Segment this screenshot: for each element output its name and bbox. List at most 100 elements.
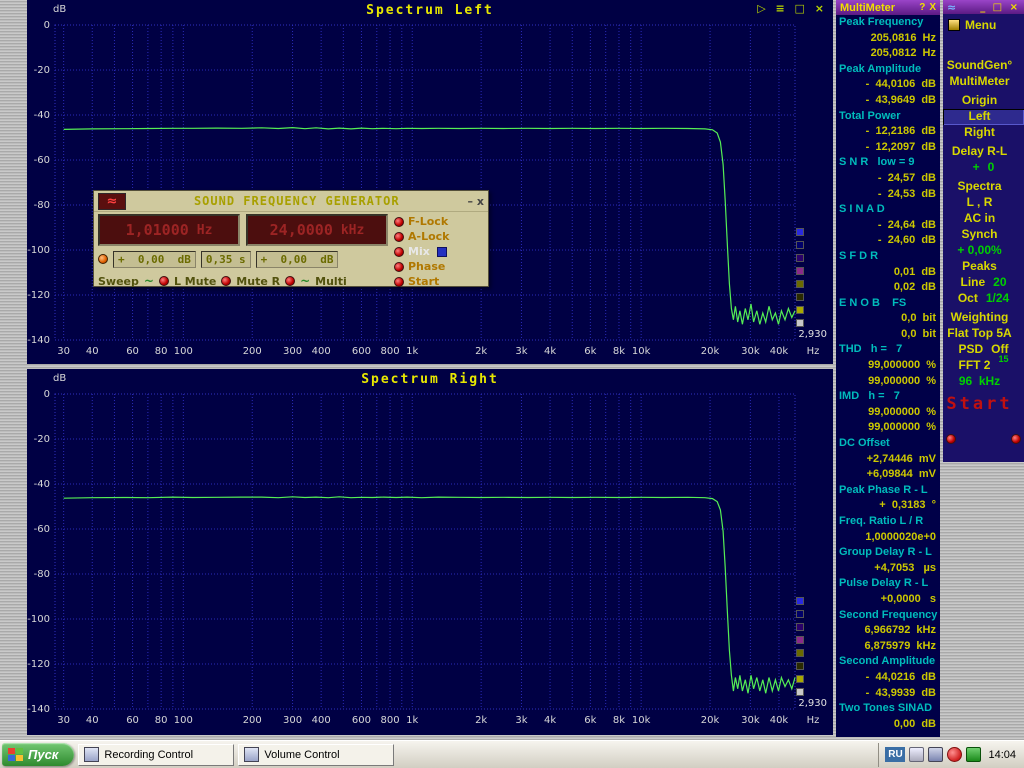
multimeter-row: - 24,60 dB bbox=[836, 234, 940, 250]
control-panel-item[interactable]: MultiMeter bbox=[943, 74, 1024, 90]
tray-icon[interactable] bbox=[909, 747, 924, 762]
legend-swatch bbox=[796, 688, 804, 696]
svg-text:800: 800 bbox=[381, 715, 400, 726]
control-panel-item[interactable]: Start bbox=[943, 394, 1024, 420]
control-panel-item[interactable]: SoundGen° bbox=[943, 58, 1024, 74]
soundgen-control-panel: ≈ _ □ × Menu SoundGen° MultiMeter Origin… bbox=[943, 0, 1024, 462]
control-panel-item[interactable]: Flat Top 5A bbox=[943, 326, 1024, 342]
frequency-display-2[interactable]: 24,0000 kHz bbox=[246, 214, 388, 246]
svg-text:dB: dB bbox=[53, 373, 66, 384]
app-icon: ≈ bbox=[947, 1, 956, 14]
legend-swatches bbox=[796, 597, 804, 696]
level-left-display[interactable]: + 0,00 dB bbox=[113, 251, 196, 268]
control-panel-titlebar[interactable]: ≈ _ □ × bbox=[943, 0, 1024, 14]
svg-text:60: 60 bbox=[126, 715, 139, 726]
legend-swatch bbox=[796, 675, 804, 683]
phase-led bbox=[394, 262, 404, 272]
legend-swatch bbox=[796, 280, 804, 288]
svg-text:8k: 8k bbox=[613, 346, 625, 357]
generator-titlebar[interactable]: ≈ SOUND FREQUENCY GENERATOR – x bbox=[94, 191, 488, 212]
app-root: Spectrum Left ▷ ≡ □ × 0-20-40-60-80-100-… bbox=[0, 0, 1024, 768]
menu-button[interactable]: Menu bbox=[943, 14, 1024, 32]
sweep-time-display[interactable]: 0,35 s bbox=[201, 251, 251, 268]
multimeter-row: +4,7053 µs bbox=[836, 562, 940, 578]
multi-button[interactable]: Multi bbox=[315, 275, 347, 288]
control-panel-item: Weighting bbox=[943, 310, 1024, 326]
legend-swatch bbox=[796, 649, 804, 657]
sine-icon: ~ bbox=[300, 274, 310, 288]
close-icon[interactable]: x bbox=[477, 195, 484, 208]
control-panel-item[interactable]: L , R bbox=[943, 195, 1024, 211]
tray-icon[interactable] bbox=[928, 747, 943, 762]
legend-swatches bbox=[796, 228, 804, 327]
plots-column: Spectrum Left ▷ ≡ □ × 0-20-40-60-80-100-… bbox=[27, 0, 833, 735]
multimeter-panel: MultiMeter ? X Peak Frequency205,0816 Hz… bbox=[836, 0, 940, 737]
generator-window-buttons[interactable]: – x bbox=[468, 195, 484, 208]
multimeter-row: DC Offset bbox=[836, 437, 940, 453]
svg-text:300: 300 bbox=[283, 715, 302, 726]
svg-text:-80: -80 bbox=[34, 569, 50, 580]
svg-text:2k: 2k bbox=[475, 346, 487, 357]
svg-text:-140: -140 bbox=[27, 335, 50, 346]
multimeter-row: - 43,9939 dB bbox=[836, 687, 940, 703]
multimeter-row: E N O B FS bbox=[836, 297, 940, 313]
control-panel-item[interactable]: Line 20 bbox=[943, 275, 1024, 291]
control-panel-item[interactable]: Left bbox=[943, 109, 1024, 125]
svg-text:1k: 1k bbox=[406, 715, 418, 726]
close-icon[interactable]: X bbox=[929, 2, 936, 13]
multimeter-row: Peak Frequency bbox=[836, 16, 940, 32]
task-button[interactable]: Volume Control bbox=[238, 744, 394, 766]
generator-start-button[interactable]: Start bbox=[394, 275, 484, 288]
left-mute-button[interactable]: L Mute bbox=[174, 275, 216, 288]
control-panel-item[interactable]: Synch bbox=[943, 227, 1024, 243]
alock-button[interactable]: A-Lock bbox=[394, 230, 484, 243]
multimeter-row: S N R low = 9 bbox=[836, 156, 940, 172]
tray-icon[interactable] bbox=[947, 747, 962, 762]
control-panel-item: Delay R-L bbox=[943, 144, 1024, 160]
minimize-icon[interactable]: – bbox=[468, 195, 474, 208]
left-mute-led bbox=[159, 276, 169, 286]
control-panel-item[interactable]: Oct 1/24 bbox=[943, 291, 1024, 307]
multimeter-row: Peak Amplitude bbox=[836, 63, 940, 79]
multimeter-row: THD h = 7 bbox=[836, 343, 940, 359]
level-right-display[interactable]: + 0,00 dB bbox=[256, 251, 339, 268]
svg-text:60: 60 bbox=[126, 346, 139, 357]
legend-swatch bbox=[796, 267, 804, 275]
control-panel-item[interactable]: FFT 2 15 bbox=[943, 358, 1024, 374]
right-mute-button[interactable]: Mute R bbox=[236, 275, 280, 288]
control-panel-item[interactable]: Right bbox=[943, 125, 1024, 141]
multimeter-row: 0,01 dB bbox=[836, 266, 940, 282]
multimeter-row: S F D R bbox=[836, 250, 940, 266]
svg-text:Hz: Hz bbox=[807, 346, 820, 357]
speaker-icon bbox=[244, 747, 259, 762]
start-button[interactable]: Пуск bbox=[2, 743, 74, 766]
frequency-display-1[interactable]: 1,01000 Hz bbox=[98, 214, 240, 246]
svg-text:40: 40 bbox=[86, 715, 99, 726]
phase-button[interactable]: Phase bbox=[394, 260, 484, 273]
svg-text:400: 400 bbox=[312, 346, 331, 357]
svg-text:-120: -120 bbox=[27, 290, 50, 301]
corner-value: 2,930 bbox=[798, 698, 827, 709]
window-controls[interactable]: _ □ × bbox=[980, 2, 1020, 13]
sweep-button[interactable]: Sweep bbox=[98, 275, 139, 288]
multimeter-row: 0,0 bit bbox=[836, 328, 940, 344]
svg-text:3k: 3k bbox=[515, 346, 527, 357]
control-panel-item[interactable]: Peaks bbox=[943, 259, 1024, 275]
control-panel-item: Spectra bbox=[943, 179, 1024, 195]
spectrum-plot-window: Spectrum Right 0-20-40-60-80-100-120-140… bbox=[27, 369, 833, 735]
control-panel-item[interactable]: PSD Off bbox=[943, 342, 1024, 358]
multimeter-titlebar[interactable]: MultiMeter ? X bbox=[836, 0, 940, 15]
tray-icon[interactable] bbox=[966, 747, 981, 762]
control-panel-item[interactable]: AC in bbox=[943, 211, 1024, 227]
flock-button[interactable]: F-Lock bbox=[394, 215, 484, 228]
multimeter-row: +6,09844 mV bbox=[836, 468, 940, 484]
svg-text:0: 0 bbox=[44, 20, 50, 31]
svg-text:-20: -20 bbox=[34, 434, 50, 445]
help-icon[interactable]: ? bbox=[919, 2, 925, 13]
corner-value: 2,930 bbox=[798, 329, 827, 340]
tray-language-indicator[interactable]: RU bbox=[885, 747, 905, 762]
control-panel-item[interactable]: 96 kHz bbox=[943, 374, 1024, 390]
legend-swatch bbox=[796, 623, 804, 631]
mix-button[interactable]: Mix bbox=[394, 245, 484, 258]
task-button[interactable]: Recording Control bbox=[78, 744, 234, 766]
